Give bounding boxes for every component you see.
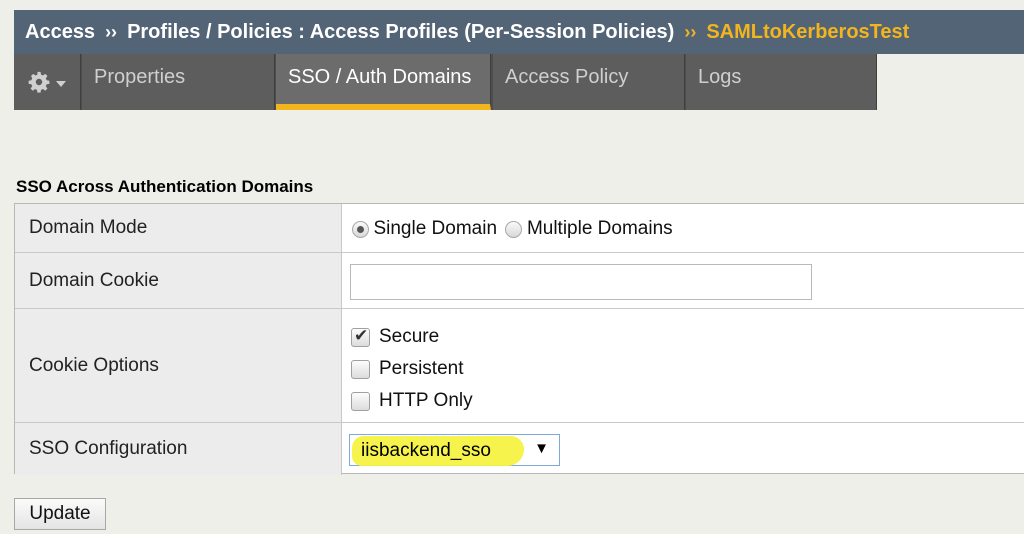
persistent-checkbox[interactable] bbox=[351, 359, 370, 379]
domain-mode-label: Domain Mode bbox=[15, 204, 342, 252]
breadcrumb-root[interactable]: Access bbox=[25, 21, 95, 44]
tab-logs[interactable]: Logs bbox=[686, 54, 877, 110]
row-domain-mode: Domain Mode Single Domain Multiple Domai… bbox=[15, 204, 1024, 253]
single-domain-label: Single Domain bbox=[373, 218, 498, 239]
breadcrumb-header: Access ›› Profiles / Policies : Access P… bbox=[14, 10, 1024, 54]
tab-properties[interactable]: Properties bbox=[82, 54, 275, 110]
sso-configuration-select[interactable]: iisbackend_sso ▼ bbox=[349, 434, 560, 466]
gear-icon bbox=[28, 71, 50, 93]
secure-label: Secure bbox=[379, 326, 440, 347]
domain-cookie-input[interactable] bbox=[350, 264, 812, 300]
persistent-label: Persistent bbox=[379, 358, 464, 379]
sso-configuration-value: iisbackend_sso bbox=[361, 440, 491, 461]
breadcrumb-separator: ›› bbox=[105, 21, 118, 42]
breadcrumb-path[interactable]: Profiles / Policies : Access Profiles (P… bbox=[127, 21, 674, 44]
sso-settings-table: Domain Mode Single Domain Multiple Domai… bbox=[14, 203, 1024, 475]
update-button[interactable]: Update bbox=[14, 498, 106, 530]
dropdown-arrow-icon: ▼ bbox=[534, 440, 549, 457]
breadcrumb-current: SAMLtoKerberosTest bbox=[706, 20, 910, 43]
breadcrumb-separator-current: ›› bbox=[684, 21, 697, 42]
section-title: SSO Across Authentication Domains bbox=[16, 177, 314, 196]
row-sso-configuration: SSO Configuration iisbackend_sso ▼ bbox=[15, 423, 1024, 475]
secure-checkbox[interactable] bbox=[351, 326, 370, 347]
multiple-domains-label: Multiple Domains bbox=[526, 218, 673, 239]
row-domain-cookie: Domain Cookie bbox=[15, 253, 1024, 309]
tab-access-policy[interactable]: Access Policy bbox=[493, 54, 685, 110]
cookie-option-persistent: Persistent bbox=[351, 358, 463, 380]
tab-sso-auth-domains[interactable]: SSO / Auth Domains bbox=[276, 54, 491, 110]
chevron-down-icon bbox=[56, 80, 66, 87]
radio-single-domain[interactable] bbox=[352, 220, 369, 238]
cookie-options-label: Cookie Options bbox=[15, 309, 342, 422]
domain-cookie-label: Domain Cookie bbox=[15, 253, 342, 308]
radio-multiple-domains[interactable] bbox=[505, 220, 523, 238]
http-only-checkbox[interactable] bbox=[351, 391, 370, 411]
tab-bar: Properties SSO / Auth Domains Access Pol… bbox=[14, 54, 877, 110]
cookie-option-secure: Secure bbox=[351, 326, 439, 348]
http-only-label: HTTP Only bbox=[379, 390, 473, 411]
gear-menu-button[interactable] bbox=[14, 54, 81, 110]
cookie-option-http-only: HTTP Only bbox=[351, 390, 473, 412]
sso-configuration-label: SSO Configuration bbox=[15, 423, 342, 475]
row-cookie-options: Cookie Options Secure Persistent HTTP On… bbox=[15, 309, 1024, 423]
